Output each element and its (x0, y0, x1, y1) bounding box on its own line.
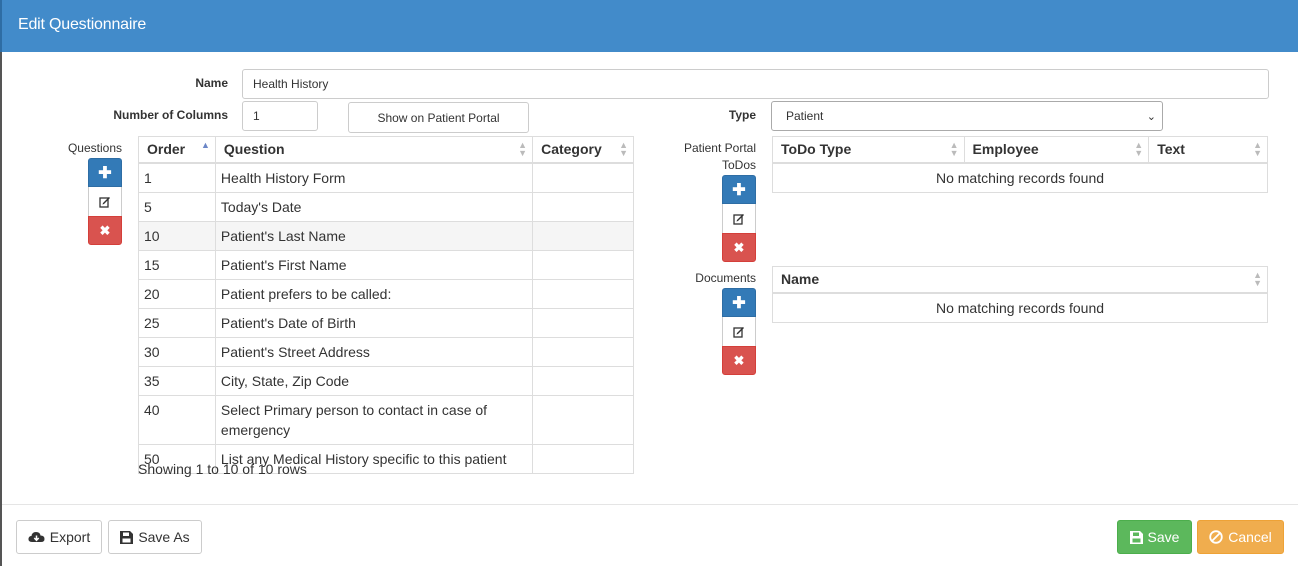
cell-order: 40 (138, 394, 216, 445)
cell-category (532, 443, 634, 474)
cell-question: Select Primary person to contact in case… (214, 394, 534, 445)
cell-category (532, 162, 634, 193)
cell-category (532, 394, 634, 445)
edit-icon (99, 196, 110, 208)
questions-label: Questions (67, 141, 122, 155)
save-as-button[interactable]: Save As (108, 520, 202, 554)
type-label: Type (728, 108, 756, 122)
cell-order: 30 (138, 336, 216, 367)
cell-category (532, 249, 634, 280)
cell-order: 35 (138, 365, 216, 396)
cell-order: 25 (138, 307, 216, 338)
name-label: Name (195, 76, 228, 90)
sort-icon: ▲ ▼ (1134, 140, 1144, 158)
times-icon: ✖ (733, 352, 745, 368)
cell-question: Patient's Last Name (214, 220, 534, 251)
empty-message: No matching records found (772, 292, 1268, 323)
ban-icon (1209, 530, 1223, 544)
show-on-portal-button[interactable]: Show on Patient Portal (348, 102, 529, 133)
todos-table: ToDo Type ▲ ▼ Employee ▲ ▼ Text ▲ ▼ No matchin… (772, 136, 1268, 193)
cell-question: Today's Date (214, 191, 534, 222)
cell-order: 20 (138, 278, 216, 309)
cell-question: Patient's Date of Birth (214, 307, 534, 338)
cell-question: Patient prefers to be called: (214, 278, 534, 309)
times-icon: ✖ (99, 222, 111, 238)
floppy-disk-icon (1129, 530, 1143, 544)
dialog-header: Edit Questionnaire (0, 0, 1298, 52)
column-header-todo-type[interactable]: ToDo Type ▲ ▼ (772, 136, 965, 164)
save-button[interactable]: Save (1117, 520, 1192, 554)
edit-document-button[interactable] (722, 317, 756, 346)
frame-border (0, 52, 2, 566)
add-todo-button[interactable]: ✚ (722, 175, 756, 204)
table-pagination-info: Showing 1 to 10 of 10 rows (138, 461, 307, 477)
table-row[interactable]: 10 Patient's Last Name (138, 220, 634, 251)
chevron-down-icon: ⌄ (1146, 111, 1156, 123)
floppy-disk-icon (120, 530, 134, 544)
add-document-button[interactable]: ✚ (722, 288, 756, 317)
cell-order: 15 (138, 249, 216, 280)
delete-question-button[interactable]: ✖ (88, 216, 122, 245)
edit-question-button[interactable] (88, 187, 122, 216)
plus-icon: ✚ (732, 294, 746, 312)
cell-question: Patient's First Name (214, 249, 534, 280)
sort-icon: ▲ ▼ (619, 140, 628, 158)
plus-icon: ✚ (98, 164, 112, 182)
columns-label: Number of Columns (113, 108, 228, 122)
table-row[interactable]: 25 Patient's Date of Birth (138, 307, 634, 338)
add-question-button[interactable]: ✚ (88, 158, 122, 187)
sort-icon: ▲ ▼ (1253, 270, 1262, 288)
export-button[interactable]: Export (16, 520, 102, 554)
sort-asc-icon: ▲ (201, 140, 210, 150)
edit-icon (733, 213, 744, 225)
name-input[interactable]: Health History (242, 69, 1269, 99)
table-row[interactable]: 40 Select Primary person to contact in ca… (138, 394, 634, 445)
table-row[interactable]: 20 Patient prefers to be called: (138, 278, 634, 309)
column-header-name[interactable]: Name ▲ ▼ (772, 266, 1268, 294)
cell-category (532, 191, 634, 222)
delete-document-button[interactable]: ✖ (722, 346, 756, 375)
plus-icon: ✚ (732, 181, 746, 199)
cell-question: Health History Form (214, 162, 534, 193)
type-select[interactable]: Patient ⌄ (771, 101, 1163, 131)
cloud-download-icon (28, 531, 45, 542)
edit-todo-button[interactable] (722, 204, 756, 233)
table-row[interactable]: 35 City, State, Zip Code (138, 365, 634, 396)
empty-message: No matching records found (772, 162, 1268, 193)
footer-divider (2, 504, 1298, 505)
todos-label: Patient Portal ToDos (683, 141, 756, 172)
cell-category (532, 278, 634, 309)
delete-todo-button[interactable]: ✖ (722, 233, 756, 262)
column-header-text[interactable]: Text ▲ ▼ (1148, 136, 1268, 164)
cell-order: 5 (138, 191, 216, 222)
table-row[interactable]: 30 Patient's Street Address (138, 336, 634, 367)
cell-category (532, 220, 634, 251)
table-row[interactable]: 5 Today's Date (138, 191, 634, 222)
dialog-title: Edit Questionnaire (18, 16, 147, 33)
sort-icon: ▲ ▼ (518, 140, 528, 158)
cell-order: 10 (138, 220, 216, 251)
sort-icon: ▲ ▼ (949, 140, 959, 158)
table-row[interactable]: 15 Patient's First Name (138, 249, 634, 280)
cell-category (532, 307, 634, 338)
edit-icon (733, 326, 744, 338)
cell-question: Patient's Street Address (214, 336, 534, 367)
documents-label: Documents (695, 271, 756, 285)
column-header-question[interactable]: Question ▲ ▼ (214, 136, 534, 164)
table-row[interactable]: 1 Health History Form (138, 162, 634, 193)
questions-table: Order ▲ Question ▲ ▼ Category ▲ ▼ 1 Health His… (138, 136, 634, 474)
times-icon: ✖ (733, 239, 745, 255)
documents-table: Name ▲ ▼ No matching records found (772, 266, 1268, 323)
cell-question: City, State, Zip Code (214, 365, 534, 396)
type-select-value: Patient (786, 109, 824, 123)
columns-input[interactable]: 1 (242, 101, 318, 131)
column-header-order[interactable]: Order ▲ (138, 136, 216, 164)
column-header-employee[interactable]: Employee ▲ ▼ (963, 136, 1150, 164)
cell-category (532, 336, 634, 367)
sort-icon: ▲ ▼ (1253, 140, 1262, 158)
cell-order: 1 (138, 162, 216, 193)
column-header-category[interactable]: Category ▲ ▼ (532, 136, 634, 164)
cancel-button[interactable]: Cancel (1197, 520, 1284, 554)
cell-category (532, 365, 634, 396)
